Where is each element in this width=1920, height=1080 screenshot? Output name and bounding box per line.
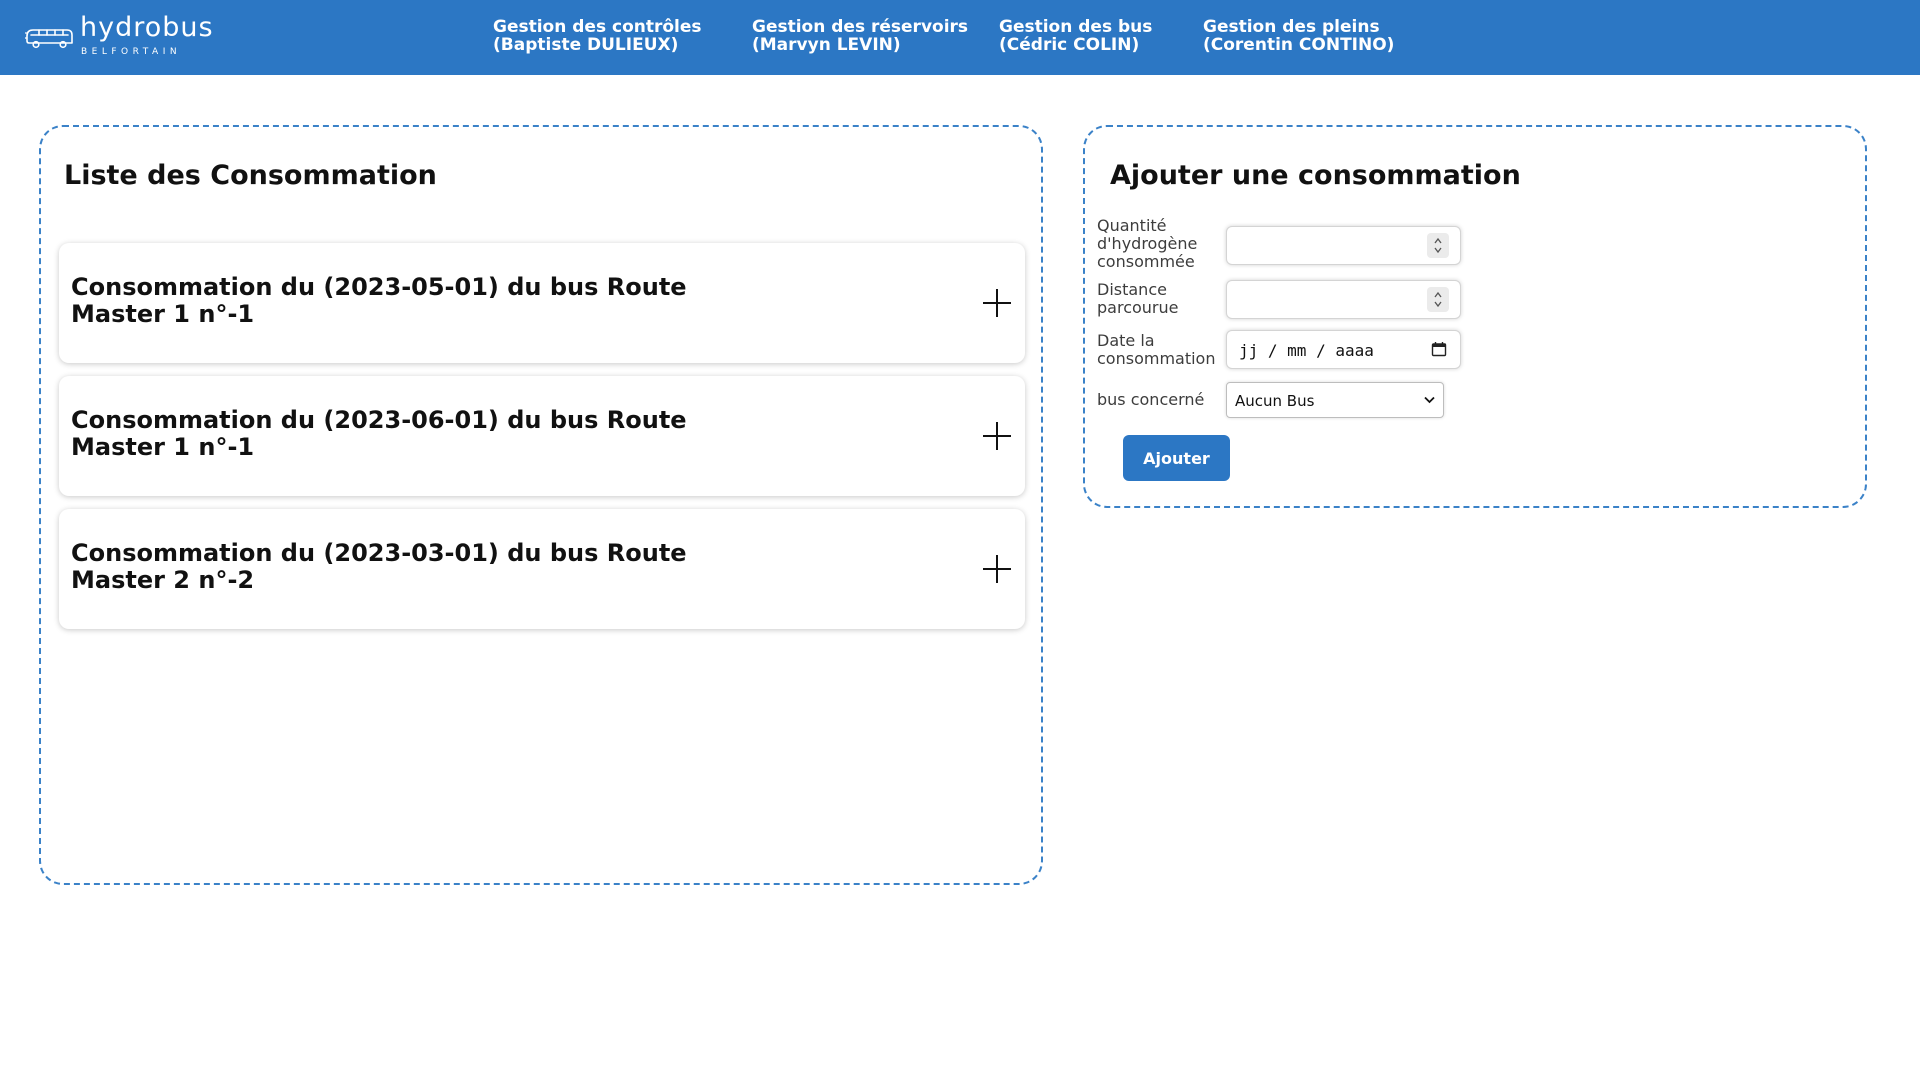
- plus-icon[interactable]: [983, 422, 1011, 450]
- nav-label: Gestion des pleins: [1203, 17, 1380, 37]
- hydrogen-quantity-label: Quantité d'hydrogène consommée: [1097, 216, 1198, 271]
- add-button[interactable]: Ajouter: [1123, 435, 1230, 481]
- nav-owner: (Corentin CONTINO): [1203, 35, 1395, 55]
- date-label: Date la consommation: [1097, 331, 1216, 368]
- brand-tagline: BELFORTAIN: [81, 47, 182, 57]
- brand-name: hydrobus: [80, 12, 214, 43]
- list-title: Liste des Consommation: [64, 160, 437, 191]
- consumption-card-title: Consommation du (2023-05-01) du bus Rout…: [71, 273, 687, 328]
- hydrogen-quantity-input[interactable]: [1226, 226, 1461, 265]
- nav-label: Gestion des réservoirs: [752, 17, 969, 37]
- nav-owner: (Cédric COLIN): [999, 35, 1140, 55]
- consumption-card-title: Consommation du (2023-03-01) du bus Rout…: [71, 539, 687, 594]
- nav-gestion-pleins[interactable]: Gestion des pleins (Corentin CONTINO): [1203, 18, 1394, 54]
- nav-gestion-reservoirs[interactable]: Gestion des réservoirs (Marvyn LEVIN): [752, 18, 968, 54]
- consumption-card[interactable]: Consommation du (2023-05-01) du bus Rout…: [59, 243, 1025, 363]
- bus-select-value: Aucun Bus: [1235, 392, 1315, 410]
- chevron-down-icon: [1424, 396, 1435, 404]
- bus-select[interactable]: Aucun Bus: [1226, 382, 1444, 418]
- distance-input[interactable]: [1226, 280, 1461, 319]
- form-title: Ajouter une consommation: [1110, 160, 1521, 191]
- date-input[interactable]: jj / mm / aaaa: [1226, 330, 1461, 369]
- nav-owner: (Marvyn LEVIN): [752, 35, 901, 55]
- consumption-card-title: Consommation du (2023-06-01) du bus Rout…: [71, 406, 687, 461]
- consumption-list-panel: Liste des Consommation Consommation du (…: [39, 125, 1043, 885]
- nav-gestion-controles[interactable]: Gestion des contrôles (Baptiste DULIEUX): [493, 18, 702, 54]
- plus-icon[interactable]: [983, 289, 1011, 317]
- bus-label: bus concerné: [1097, 390, 1205, 409]
- calendar-icon[interactable]: [1431, 341, 1447, 357]
- add-consumption-panel: Ajouter une consommation Quantité d'hydr…: [1083, 125, 1867, 508]
- nav-label: Gestion des contrôles: [493, 17, 702, 37]
- plus-icon[interactable]: [983, 555, 1011, 583]
- consumption-card[interactable]: Consommation du (2023-06-01) du bus Rout…: [59, 376, 1025, 496]
- bus-icon: [25, 29, 73, 49]
- nav-label: Gestion des bus: [999, 17, 1153, 37]
- spin-arrows-icon[interactable]: [1427, 287, 1449, 312]
- nav-gestion-bus[interactable]: Gestion des bus (Cédric COLIN): [999, 18, 1152, 54]
- top-navbar: hydrobus BELFORTAIN Gestion des contrôle…: [0, 0, 1920, 75]
- nav-owner: (Baptiste DULIEUX): [493, 35, 679, 55]
- distance-label: Distance parcourue: [1097, 280, 1179, 317]
- consumption-card[interactable]: Consommation du (2023-03-01) du bus Rout…: [59, 509, 1025, 629]
- hydrobus-logo[interactable]: hydrobus BELFORTAIN: [25, 12, 215, 60]
- spin-arrows-icon[interactable]: [1427, 233, 1449, 258]
- date-placeholder: jj / mm / aaaa: [1239, 341, 1374, 360]
